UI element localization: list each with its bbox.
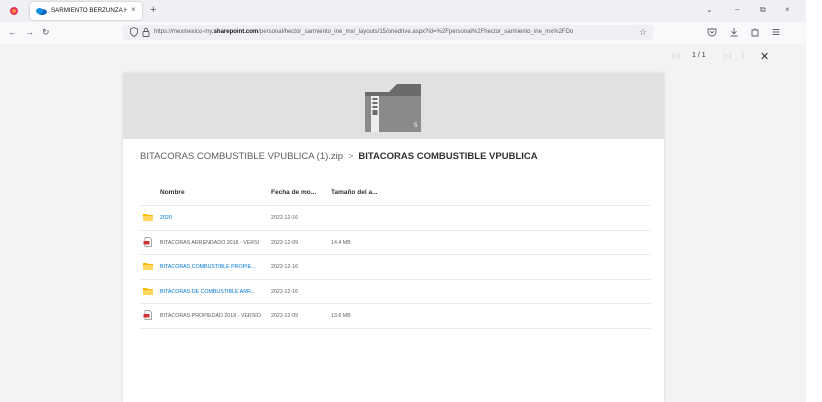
breadcrumb: BITACORAS COMBUSTIBLE VPUBLICA (1).zip > B… xyxy=(140,149,660,164)
close-viewer-button[interactable]: ✕ xyxy=(760,50,769,63)
page-edge xyxy=(806,0,822,402)
minimize-button[interactable]: – xyxy=(735,4,739,16)
url-text[interactable]: https://mexmexico-my.sharepoint.com/pers… xyxy=(154,27,624,38)
pager-controls: |◁ 1 / 1 ▷| | ✕ xyxy=(672,50,792,64)
firefox-menu-icon[interactable] xyxy=(9,6,19,16)
shield-icon[interactable] xyxy=(130,27,138,37)
pager-count: 1 / 1 xyxy=(692,52,706,59)
previous-item-button[interactable]: |◁ xyxy=(672,52,679,60)
table-row[interactable]: 2020 2022-12-16 xyxy=(140,206,651,231)
table-row[interactable]: BITACORAS DE COMBUSTIBLE ARR... 2022-12-… xyxy=(140,280,651,304)
file-date: 2022-12-16 xyxy=(271,288,299,295)
file-date: 2022-12-09 xyxy=(271,313,299,319)
lock-icon[interactable] xyxy=(142,27,150,37)
reload-button[interactable]: ↻ xyxy=(42,26,50,38)
tab-title: SARMIENTO BERZUNZA HECTO xyxy=(51,7,127,14)
breadcrumb-chevron-icon: > xyxy=(348,151,354,161)
file-name[interactable]: 2020 xyxy=(160,214,265,222)
close-window-button[interactable]: × xyxy=(785,4,790,16)
breadcrumb-zip-file[interactable]: BITACORAS COMBUSTIBLE VPUBLICA (1).zip xyxy=(140,151,343,162)
app-menu-icon[interactable] xyxy=(771,27,781,37)
list-tabs-button[interactable]: ⌄ xyxy=(706,4,713,16)
navigation-bar: ← → ↻ https://mexmexico-my.sharepoint.co… xyxy=(0,22,806,44)
file-list: Nombre Fecha de mo... Tamaño del a... 20… xyxy=(140,181,651,329)
folder-icon xyxy=(143,214,153,221)
file-size: 13.6 MB xyxy=(331,313,351,319)
pocket-icon[interactable] xyxy=(707,27,717,37)
column-header-size[interactable]: Tamaño del a... xyxy=(331,189,377,196)
extensions-icon[interactable] xyxy=(750,27,760,37)
file-date: 2022-12-16 xyxy=(271,215,299,221)
forward-button[interactable]: → xyxy=(25,26,34,38)
zip-preview-card: 5 BITACORAS COMBUSTIBLE VPUBLICA (1).zip… xyxy=(123,73,664,402)
preview-banner: 5 xyxy=(123,73,664,139)
file-viewer: |◁ 1 / 1 ▷| | ✕ 5 BITACORAS COMBUSTIBLE … xyxy=(0,44,806,402)
file-date: 2022-12-16 xyxy=(271,264,299,270)
folder-icon xyxy=(143,287,153,295)
file-name[interactable]: BITACORAS PROPIEDAD 2018 - VERSIO xyxy=(160,312,265,320)
browser-window: SARMIENTO BERZUNZA HECTO × + ⌄ – ⧉ × ← →… xyxy=(0,0,806,402)
file-name[interactable]: BITACORAS COMBUSTIBLE PROPIE... xyxy=(160,263,265,271)
file-date: 2022-12-09 xyxy=(271,239,299,246)
bookmark-star-icon[interactable]: ☆ xyxy=(639,26,647,38)
zip-folder-icon: 5 xyxy=(365,84,421,132)
download-icon[interactable] xyxy=(729,27,739,37)
column-header-name[interactable]: Nombre xyxy=(160,189,185,196)
onedrive-icon xyxy=(36,8,47,15)
file-list-header: Nombre Fecha de mo... Tamaño del a... xyxy=(140,181,651,206)
next-item-button[interactable]: ▷| xyxy=(724,52,731,60)
tab-bar: SARMIENTO BERZUNZA HECTO × + ⌄ – ⧉ × xyxy=(0,0,806,22)
tab-close-icon[interactable]: × xyxy=(131,5,136,15)
pdf-icon xyxy=(143,236,152,247)
column-header-date[interactable]: Fecha de mo... xyxy=(271,189,316,196)
back-button[interactable]: ← xyxy=(8,26,17,38)
table-row[interactable]: BITACORAS PROPIEDAD 2018 - VERSIO 2022-1… xyxy=(140,304,651,329)
table-row[interactable]: BITACORAS COMBUSTIBLE PROPIE... 2022-12-… xyxy=(140,255,651,280)
file-name[interactable]: BITACORAS ARRENDADO 2018 - VERSI xyxy=(160,239,265,247)
new-tab-button[interactable]: + xyxy=(150,3,156,17)
table-row[interactable]: BITACORAS ARRENDADO 2018 - VERSI 2022-12… xyxy=(140,231,651,255)
file-name[interactable]: BITACORAS DE COMBUSTIBLE ARR... xyxy=(160,288,265,296)
tab-sharepoint[interactable]: SARMIENTO BERZUNZA HECTO × xyxy=(30,2,142,20)
pdf-icon xyxy=(143,310,152,320)
folder-icon xyxy=(143,263,153,270)
url-bar[interactable]: https://mexmexico-my.sharepoint.com/pers… xyxy=(123,25,653,40)
file-size: 14.4 MB xyxy=(331,239,351,246)
pager-separator: | xyxy=(742,52,744,59)
maximize-button[interactable]: ⧉ xyxy=(760,4,766,16)
breadcrumb-current-folder: BITACORAS COMBUSTIBLE VPUBLICA xyxy=(358,151,538,162)
